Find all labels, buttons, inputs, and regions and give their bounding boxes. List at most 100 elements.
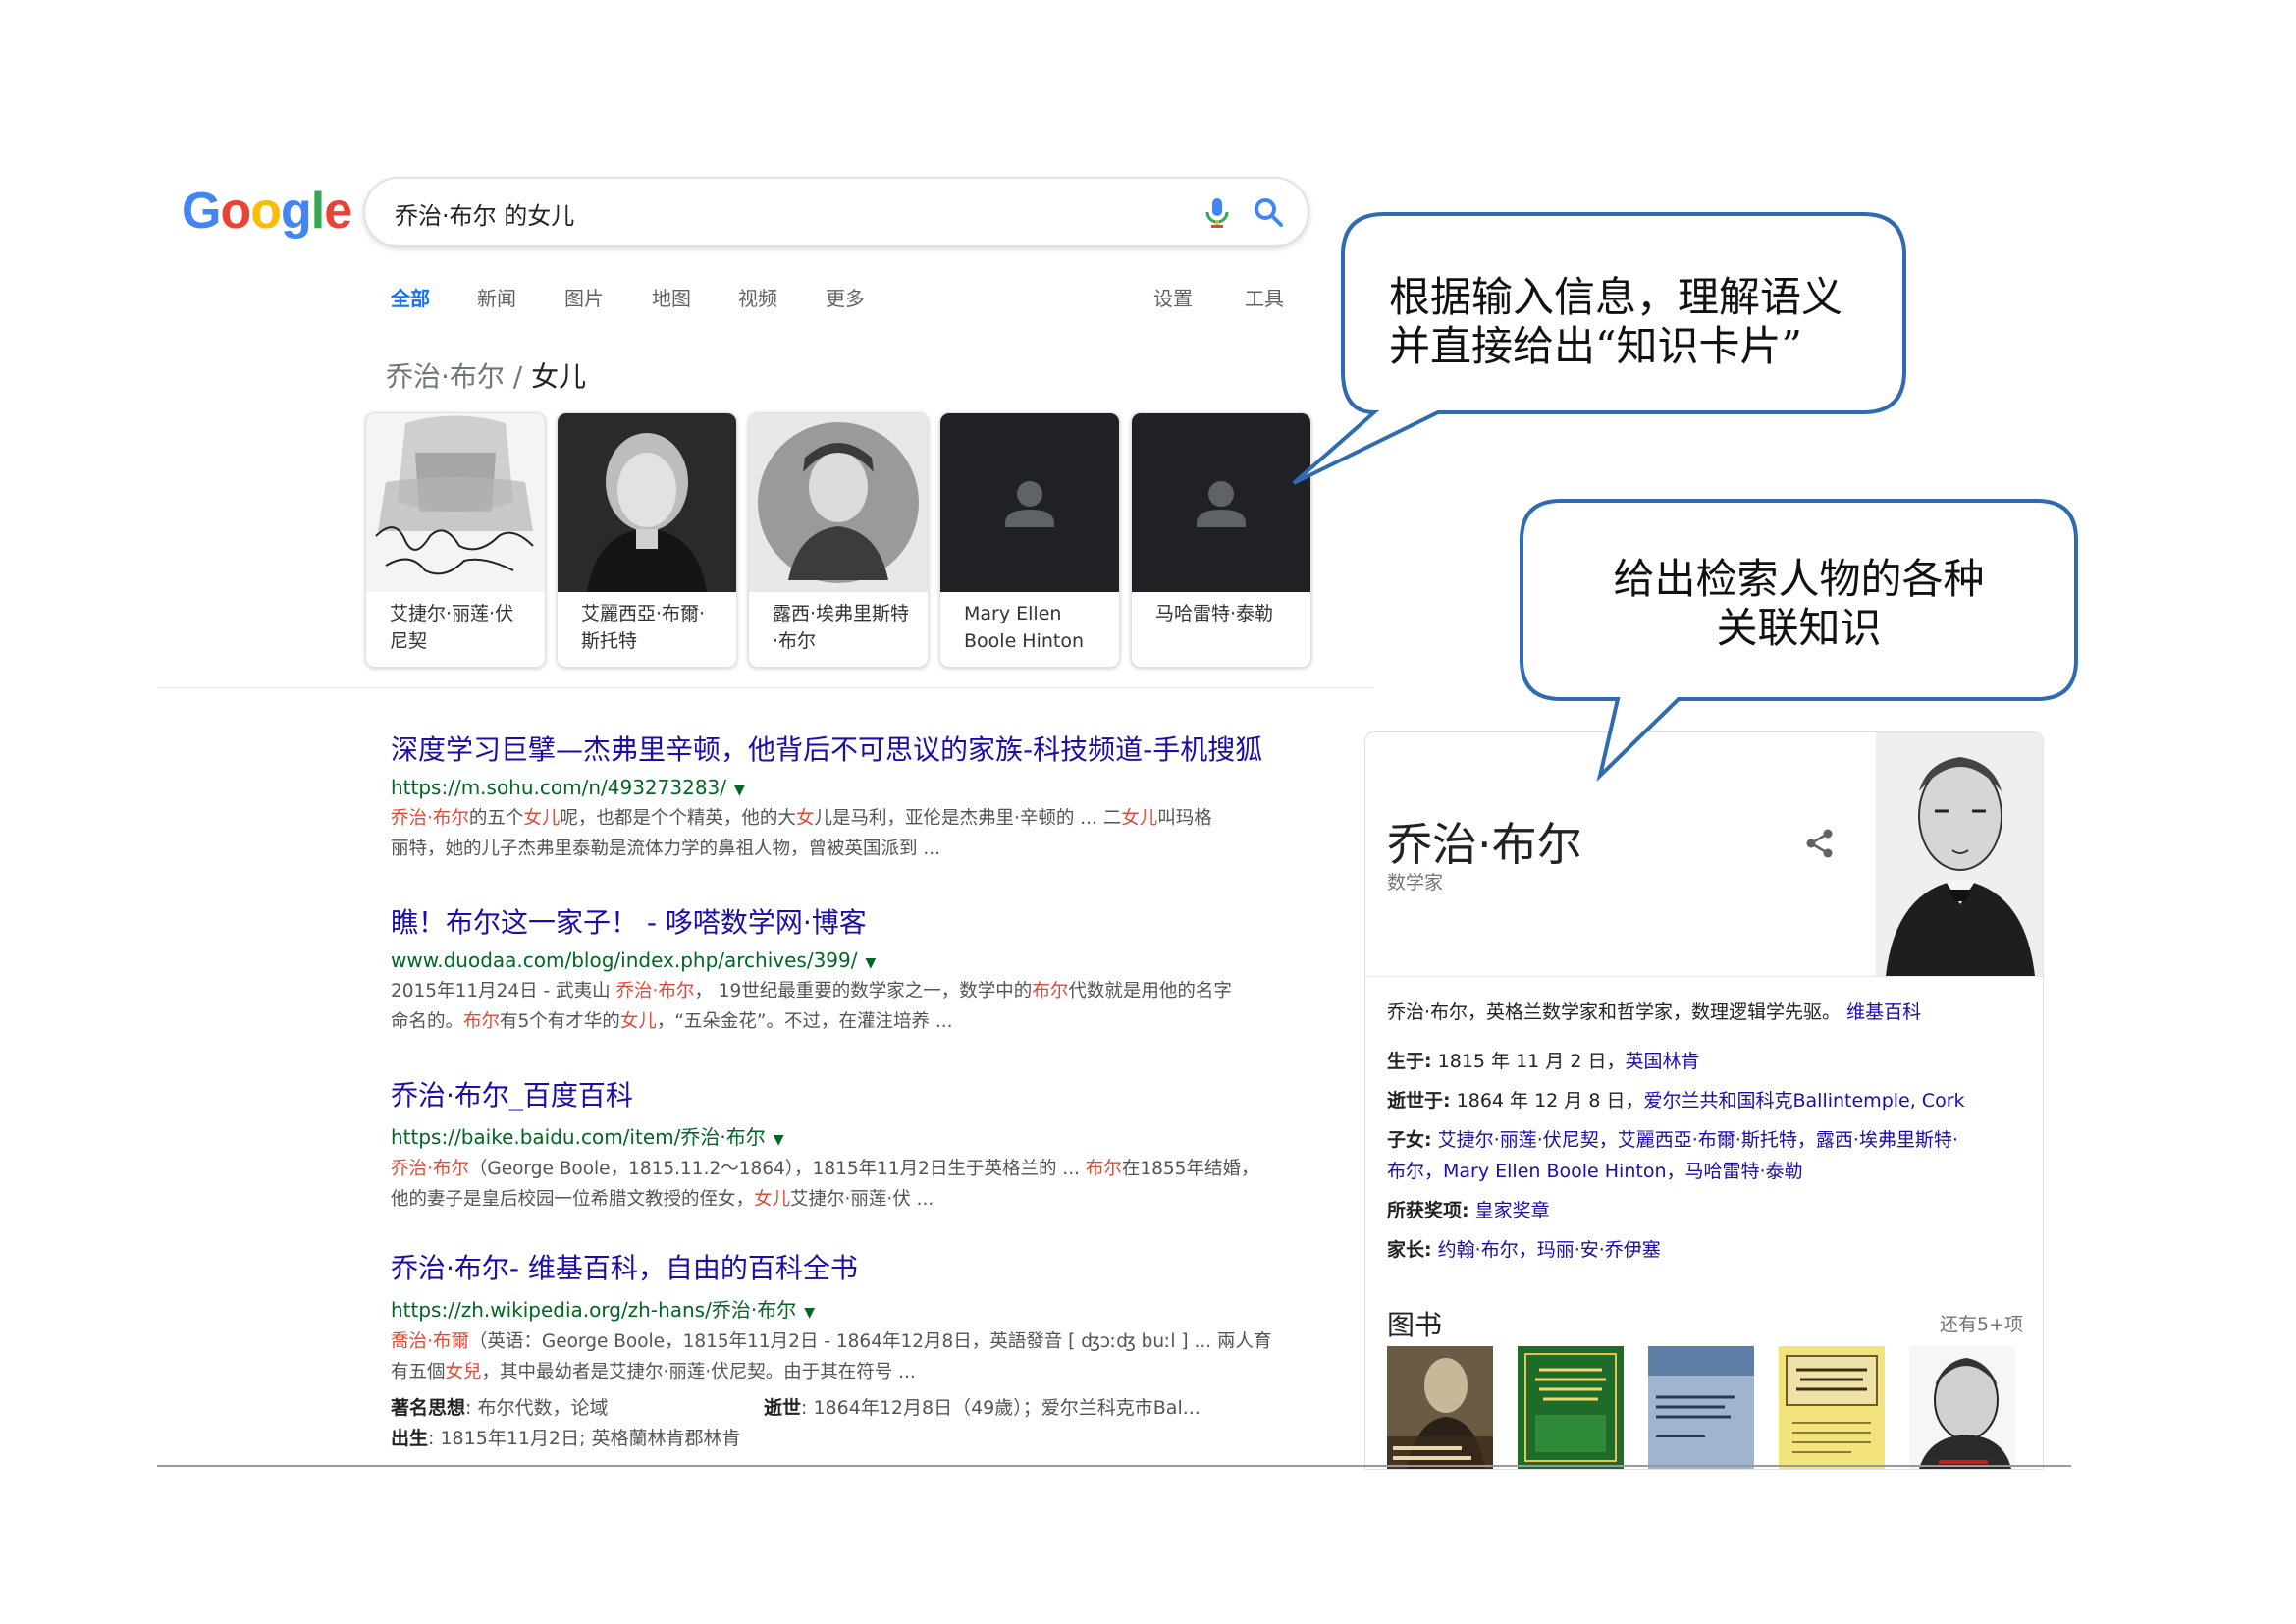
dropdown-arrow-icon[interactable]: ▼ — [804, 1305, 815, 1321]
snippet-line: 2015年11月24日 - 武夷山 乔治·布尔， 19世纪最重要的数学家之一，数… — [391, 976, 1304, 1006]
logo-letter: g — [280, 183, 312, 240]
dropdown-arrow-icon[interactable]: ▼ — [774, 1132, 784, 1148]
card-label: 露西·埃弗里斯特·布尔 — [773, 603, 910, 652]
dropdown-arrow-icon[interactable]: ▼ — [734, 783, 745, 798]
carousel-card[interactable]: 露西·埃弗里斯特·布尔 — [748, 412, 929, 668]
book-cover[interactable] — [1387, 1346, 1493, 1469]
result-title-link[interactable]: 深度学习巨擘—杰弗里辛顿，他背后不可思议的家族-科技频道-手机搜狐 — [391, 729, 1304, 768]
result-title-link[interactable]: 瞧！布尔这一家子！ - 哆嗒数学网·博客 — [391, 901, 1304, 941]
result-snippet: 2015年11月24日 - 武夷山 乔治·布尔， 19世纪最重要的数学家之一，数… — [391, 976, 1304, 1037]
search-result: 深度学习巨擘—杰弗里辛顿，他背后不可思议的家族-科技频道-手机搜狐 https:… — [391, 729, 1304, 864]
logo-letter: l — [310, 183, 325, 240]
tab-tools[interactable]: 工具 — [1245, 283, 1284, 311]
book-cover[interactable] — [1648, 1346, 1754, 1469]
book-cover[interactable] — [1909, 1346, 2015, 1469]
kp-fact-label[interactable]: 子女: — [1387, 1129, 1432, 1151]
tab-more[interactable]: 更多 — [826, 283, 865, 311]
snippet-text: 艾捷尔·丽莲·伏 ... — [790, 1189, 934, 1210]
carousel-card[interactable]: 艾捷尔·丽莲·伏尼契 — [365, 412, 546, 668]
tab-images[interactable]: 图片 — [564, 283, 604, 311]
highlighted-term: 女儿 — [1121, 808, 1158, 829]
result-url-text[interactable]: https://zh.wikipedia.org/zh-hans/乔治·布尔 — [391, 1298, 796, 1322]
portrait-image — [749, 413, 928, 592]
microphone-icon[interactable] — [1198, 192, 1237, 232]
dropdown-arrow-icon[interactable]: ▼ — [866, 955, 877, 971]
card-label: 艾麗西亞·布爾·斯托特 — [581, 603, 706, 652]
kp-title: 乔治·布尔 — [1387, 818, 1582, 871]
snippet-text: 叫玛格 — [1157, 808, 1212, 829]
highlighted-term: 喬治·布爾 — [391, 1331, 469, 1352]
snippet-text: 2015年11月24日 - 武夷山 — [391, 981, 616, 1001]
result-url[interactable]: https://baike.baidu.com/item/乔治·布尔 ▼ — [391, 1121, 1304, 1150]
result-url-text[interactable]: https://baike.baidu.com/item/乔治·布尔 — [391, 1125, 766, 1149]
kp-fact-label[interactable]: 生于: — [1387, 1051, 1432, 1072]
portrait-image — [558, 413, 736, 592]
snippet-text: 丽特，她的儿子杰弗里泰勒是流体力学的鼻祖人物，曾被英国派到 ... — [391, 839, 941, 859]
kp-source-link[interactable]: 维基百科 — [1846, 1001, 1921, 1023]
result-title-link[interactable]: 乔治·布尔- 维基百科，自由的百科全书 — [391, 1247, 1304, 1286]
result-title-link[interactable]: 乔治·布尔_百度百科 — [391, 1074, 1304, 1113]
search-box[interactable]: 乔治·布尔 的女儿 — [363, 177, 1309, 247]
search-icon[interactable] — [1249, 192, 1288, 232]
google-logo[interactable]: Google — [182, 182, 352, 241]
kp-link[interactable]: 布尔，Mary Ellen Boole Hinton，马哈雷特·泰勒 — [1387, 1161, 1803, 1182]
snippet-line: 有五個女兒，其中最幼者是艾捷尔·丽莲·伏尼契。由于其在符号 ... — [391, 1357, 1304, 1387]
snippet-line: 他的妻子是皇后校园一位希腊文教授的侄女，女儿艾捷尔·丽莲·伏 ... — [391, 1184, 1304, 1215]
tab-news[interactable]: 新闻 — [477, 283, 516, 311]
tab-maps[interactable]: 地图 — [652, 283, 691, 311]
carousel-title-topic: 女儿 — [531, 360, 587, 393]
carousel-card[interactable]: Mary Ellen Boole Hinton — [939, 412, 1120, 668]
kp-fact-children-cont: 布尔，Mary Ellen Boole Hinton，马哈雷特·泰勒 — [1387, 1157, 1803, 1183]
card-label: 艾捷尔·丽莲·伏尼契 — [390, 603, 514, 652]
result-url[interactable]: www.duodaa.com/blog/index.php/archives/3… — [391, 948, 1304, 972]
result-url-text[interactable]: www.duodaa.com/blog/index.php/archives/3… — [391, 948, 858, 972]
kp-portrait-image[interactable] — [1876, 732, 2044, 976]
logo-letter: o — [250, 183, 282, 240]
snippet-text: （英语：George Boole，1815年11月2日 - 1864年12月8日… — [468, 1331, 1272, 1352]
kp-fact-died: 逝世于: 1864 年 12 月 8 日，爱尔兰共和国科克Ballintempl… — [1387, 1090, 1965, 1111]
kp-fact-label[interactable]: 所获奖项: — [1387, 1200, 1469, 1221]
snippet-text: 命名的。 — [391, 1011, 464, 1032]
highlighted-term: 女兒 — [445, 1362, 482, 1382]
person-placeholder-icon — [1132, 413, 1310, 592]
highlighted-term: 女 — [795, 808, 815, 829]
kp-books-more-link[interactable]: 还有5+项 — [1940, 1310, 2023, 1336]
book-cover[interactable] — [1779, 1346, 1885, 1469]
carousel-card[interactable]: 艾麗西亞·布爾·斯托特 — [557, 412, 737, 668]
snippet-text: 的五个 — [468, 808, 524, 829]
kp-fact-born: 生于: 1815 年 11 月 2 日，英国林肯 — [1387, 1051, 1700, 1072]
kp-link[interactable]: 艾捷尔·丽莲·伏尼契，艾麗西亞·布爾·斯托特，露西·埃弗里斯特· — [1438, 1129, 1958, 1151]
kp-fact-awards: 所获奖项: 皇家奖章 — [1387, 1196, 1550, 1222]
kp-link[interactable]: 爱尔兰共和国科克Ballintemple, Cork — [1643, 1090, 1964, 1111]
kp-link[interactable]: 英国林肯 — [1625, 1051, 1699, 1072]
share-icon[interactable] — [1802, 826, 1838, 861]
search-input[interactable]: 乔治·布尔 的女儿 — [395, 196, 574, 231]
callout-text-bottom: 给出检索人物的各种 关联知识 — [1613, 555, 1985, 652]
meta-thought: 著名思想: 布尔代数，论域 — [391, 1397, 609, 1419]
card-label: 马哈雷特·泰勒 — [1155, 603, 1274, 624]
kp-fact-label[interactable]: 家长: — [1387, 1239, 1432, 1261]
tab-videos[interactable]: 视频 — [738, 283, 777, 311]
highlighted-term: 乔治·布尔 — [391, 808, 469, 829]
result-url-text[interactable]: https://m.sohu.com/n/493273283/ — [391, 776, 726, 799]
kp-subtitle: 数学家 — [1387, 872, 1444, 893]
book-cover[interactable] — [1518, 1346, 1624, 1469]
tab-settings[interactable]: 设置 — [1153, 283, 1193, 311]
tab-all[interactable]: 全部 — [391, 283, 430, 311]
carousel-card[interactable]: 马哈雷特·泰勒 — [1131, 412, 1311, 668]
highlighted-term: 女儿 — [619, 1011, 657, 1032]
result-snippet: 乔治·布尔的五个女儿呢，也都是个个精英，他的大女儿是马利，亚伦是杰弗里·辛顿的 … — [391, 803, 1304, 864]
snippet-text: 有五個 — [391, 1362, 446, 1382]
kp-fact-label[interactable]: 逝世于: — [1387, 1090, 1451, 1111]
carousel-title-prefix[interactable]: 乔治·布尔 / — [386, 360, 531, 393]
result-url[interactable]: https://m.sohu.com/n/493273283/ ▼ — [391, 776, 1304, 799]
kp-books-heading: 图书 — [1387, 1309, 1443, 1341]
divider — [1365, 976, 2043, 977]
result-url[interactable]: https://zh.wikipedia.org/zh-hans/乔治·布尔 ▼ — [391, 1294, 1304, 1323]
snippet-line: 乔治·布尔的五个女儿呢，也都是个个精英，他的大女儿是马利，亚伦是杰弗里·辛顿的 … — [391, 803, 1304, 834]
kp-link[interactable]: 约翰·布尔，玛丽·安·乔伊塞 — [1438, 1239, 1661, 1261]
kp-fact-parents: 家长: 约翰·布尔，玛丽·安·乔伊塞 — [1387, 1235, 1661, 1262]
kp-link[interactable]: 皇家奖章 — [1475, 1200, 1550, 1221]
snippet-line: 丽特，她的儿子杰弗里泰勒是流体力学的鼻祖人物，曾被英国派到 ... — [391, 834, 1304, 864]
logo-letter: G — [182, 183, 221, 240]
